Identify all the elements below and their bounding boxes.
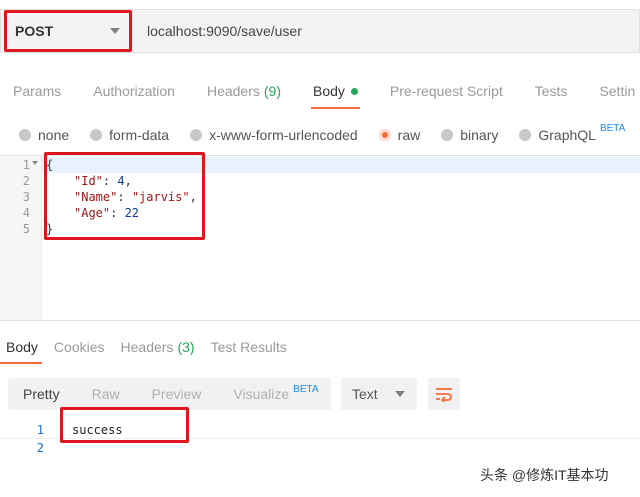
request-tabs: Params Authorization Headers (9) Body Pr… (0, 73, 640, 109)
radio-icon (190, 129, 203, 141)
line-number: 3 (22, 190, 30, 204)
view-preview-button[interactable]: Preview (152, 386, 202, 402)
tab-label: Pre-request Script (389, 83, 503, 99)
radio-binary[interactable]: binary (441, 127, 498, 143)
radio-label: binary (460, 127, 499, 143)
tab-body[interactable]: Body (311, 73, 360, 109)
tab-label: Headers (120, 339, 174, 355)
tab-tests[interactable]: Tests (535, 73, 568, 109)
tab-headers[interactable]: Headers (9) (207, 73, 281, 109)
radio-x-www-form-urlencoded[interactable]: x-www-form-urlencoded (190, 127, 358, 143)
resp-tab-body[interactable]: Body (0, 332, 42, 364)
tab-label: Body (6, 339, 38, 355)
tab-label: Settin (599, 83, 636, 99)
radio-graphql[interactable]: GraphQL BETA (519, 123, 625, 143)
radio-icon (519, 129, 532, 141)
wrap-lines-icon (436, 388, 452, 402)
tab-label: Cookies (53, 339, 105, 355)
radio-raw[interactable]: raw (378, 127, 421, 143)
line-number: 5 (22, 222, 30, 236)
line-number: 1 (36, 423, 44, 437)
tab-label: Authorization (93, 83, 175, 99)
resp-tab-headers[interactable]: Headers (3) (121, 332, 195, 362)
tab-label: Params (13, 83, 62, 99)
url-text: localhost:9090/save/user (147, 23, 302, 39)
wrap-lines-button[interactable] (428, 378, 460, 410)
annotation-box-body (44, 152, 205, 240)
tab-pre-request-script[interactable]: Pre-request Script (390, 73, 503, 109)
tab-label: Body (313, 83, 345, 99)
watermark: 头条 @修炼IT基本功 (480, 467, 609, 483)
radio-label: x-www-form-urlencoded (209, 127, 358, 143)
view-pretty-button[interactable]: Pretty (23, 386, 60, 402)
tab-label: Tests (534, 83, 568, 99)
line-number: 2 (36, 441, 44, 455)
view-visualize-button[interactable]: Visualize BETA (233, 384, 319, 402)
annotation-box-method (4, 10, 132, 52)
format-select[interactable]: Text (341, 378, 417, 410)
headers-count: (9) (263, 83, 281, 99)
chevron-down-icon (395, 391, 405, 397)
tab-params[interactable]: Params (13, 73, 61, 109)
beta-badge: BETA (293, 384, 319, 395)
tab-label: Headers (206, 83, 260, 99)
radio-label: raw (397, 127, 421, 143)
radio-label: none (38, 127, 70, 143)
tab-label: Test Results (210, 339, 287, 355)
tab-authorization[interactable]: Authorization (93, 73, 175, 109)
resp-tab-test-results[interactable]: Test Results (211, 332, 287, 362)
radio-form-data[interactable]: form-data (90, 127, 169, 143)
body-active-dot-icon (350, 87, 358, 95)
visualize-label: Visualize (233, 386, 290, 402)
radio-selected-icon (378, 129, 391, 141)
headers-count: (3) (177, 339, 195, 355)
response-divider[interactable] (0, 320, 640, 321)
radio-label: GraphQL (538, 127, 596, 143)
beta-badge: BETA (599, 122, 626, 134)
url-input[interactable]: localhost:9090/save/user (133, 9, 640, 53)
body-type-options: none form-data x-www-form-urlencoded raw… (0, 120, 640, 150)
line-number: 4 (22, 206, 30, 220)
tab-settings[interactable]: Settin (599, 73, 635, 109)
line-number: 1 (22, 158, 30, 172)
annotation-box-response (60, 407, 189, 443)
view-mode-bar: Pretty Raw Preview Visualize BETA (8, 378, 331, 410)
resp-tab-cookies[interactable]: Cookies (54, 332, 105, 362)
format-label: Text (352, 386, 378, 402)
radio-icon (19, 129, 31, 141)
response-tabs: Body Cookies Headers (3) Test Results (0, 332, 640, 364)
view-raw-button[interactable]: Raw (92, 386, 120, 402)
radio-icon (441, 129, 454, 141)
radio-icon (90, 129, 103, 141)
radio-none[interactable]: none (19, 127, 69, 143)
line-number: 2 (22, 174, 30, 188)
fold-arrow-icon[interactable] (32, 161, 38, 165)
radio-label: form-data (109, 127, 170, 143)
